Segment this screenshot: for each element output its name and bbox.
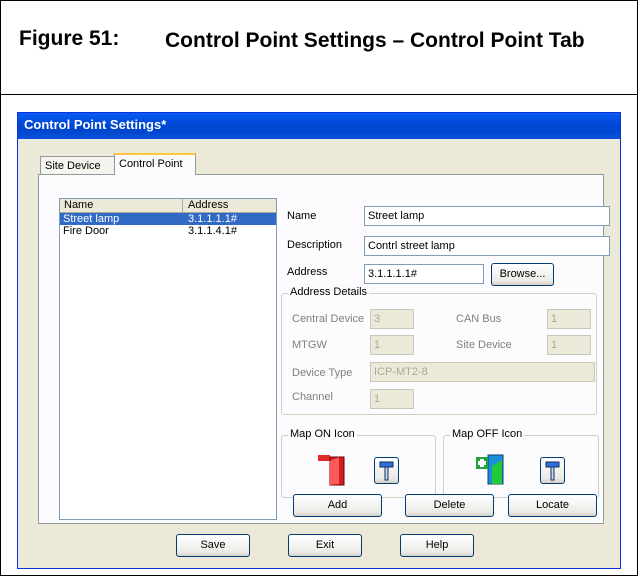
window-title: Control Point Settings* bbox=[24, 117, 167, 132]
edit-map-on-button[interactable] bbox=[374, 457, 399, 484]
edit-map-off-button[interactable] bbox=[540, 457, 565, 484]
delete-button[interactable]: Delete bbox=[405, 494, 494, 517]
central-device-field: 3 bbox=[370, 309, 414, 329]
list-item[interactable]: Fire Door 3.1.1.4.1# bbox=[60, 225, 276, 237]
figure-title: Control Point Settings – Control Point T… bbox=[165, 29, 585, 52]
column-header-address[interactable]: Address bbox=[188, 199, 228, 212]
mtgw-field: 1 bbox=[370, 335, 414, 355]
name-input[interactable]: Street lamp bbox=[364, 206, 610, 226]
site-device-label: Site Device bbox=[456, 339, 512, 351]
map-on-icon-title: Map ON Icon bbox=[288, 428, 357, 440]
figure-number: Figure 51: bbox=[19, 27, 120, 50]
map-on-icon-group: Map ON Icon bbox=[281, 428, 436, 498]
switch-on-icon[interactable] bbox=[317, 454, 347, 486]
tab-site-device[interactable]: Site Device bbox=[40, 156, 116, 174]
can-bus-label: CAN Bus bbox=[456, 313, 502, 325]
device-type-field: ICP-MT2-8 bbox=[370, 362, 595, 382]
exit-button[interactable]: Exit bbox=[288, 534, 362, 557]
tab-panel-control-point: Name Address Street lamp 3.1.1.1.1# Fire… bbox=[38, 174, 610, 524]
control-point-list[interactable]: Name Address Street lamp 3.1.1.1.1# Fire… bbox=[59, 198, 277, 520]
can-bus-field: 1 bbox=[547, 309, 591, 329]
list-header: Name Address bbox=[60, 199, 276, 213]
column-divider[interactable] bbox=[182, 199, 183, 212]
address-details-title: Address Details bbox=[288, 286, 370, 298]
list-item-address: 3.1.1.1.1# bbox=[188, 213, 237, 225]
locate-button[interactable]: Locate bbox=[508, 494, 597, 517]
map-off-icon-group: Map OFF Icon bbox=[443, 428, 599, 498]
hammer-icon bbox=[545, 461, 560, 481]
channel-label: Channel bbox=[292, 391, 333, 403]
map-off-icon-title: Map OFF Icon bbox=[450, 428, 525, 440]
help-button[interactable]: Help bbox=[400, 534, 474, 557]
figure-frame: Figure 51: Control Point Settings – Cont… bbox=[0, 0, 638, 576]
site-device-field: 1 bbox=[547, 335, 591, 355]
name-label: Name bbox=[287, 210, 317, 222]
mtgw-label: MTGW bbox=[292, 339, 327, 351]
list-item-name: Street lamp bbox=[63, 213, 120, 225]
title-bar[interactable]: Control Point Settings* bbox=[18, 113, 620, 139]
list-item[interactable]: Street lamp 3.1.1.1.1# bbox=[60, 213, 276, 225]
browse-button[interactable]: Browse... bbox=[491, 263, 554, 286]
address-input[interactable]: 3.1.1.1.1# bbox=[364, 264, 484, 284]
list-item-name: Fire Door bbox=[63, 225, 109, 237]
tab-control-point[interactable]: Control Point bbox=[114, 153, 196, 175]
control-point-settings-window: Control Point Settings* Site Device Cont… bbox=[17, 112, 621, 569]
hammer-icon bbox=[379, 461, 394, 481]
column-header-name[interactable]: Name bbox=[64, 199, 93, 212]
address-details-group: Address Details Central Device 3 CAN Bus… bbox=[281, 286, 597, 415]
save-button[interactable]: Save bbox=[176, 534, 250, 557]
add-button[interactable]: Add bbox=[293, 494, 382, 517]
central-device-label: Central Device bbox=[292, 313, 365, 325]
description-input[interactable]: Contrl street lamp bbox=[364, 236, 610, 256]
description-label: Description bbox=[287, 239, 343, 251]
list-item-address: 3.1.1.4.1# bbox=[188, 225, 237, 237]
address-label: Address bbox=[287, 266, 328, 278]
device-type-label: Device Type bbox=[292, 367, 353, 379]
channel-field: 1 bbox=[370, 389, 414, 409]
switch-off-icon[interactable] bbox=[474, 452, 508, 486]
figure-caption: Figure 51: Control Point Settings – Cont… bbox=[1, 1, 637, 95]
